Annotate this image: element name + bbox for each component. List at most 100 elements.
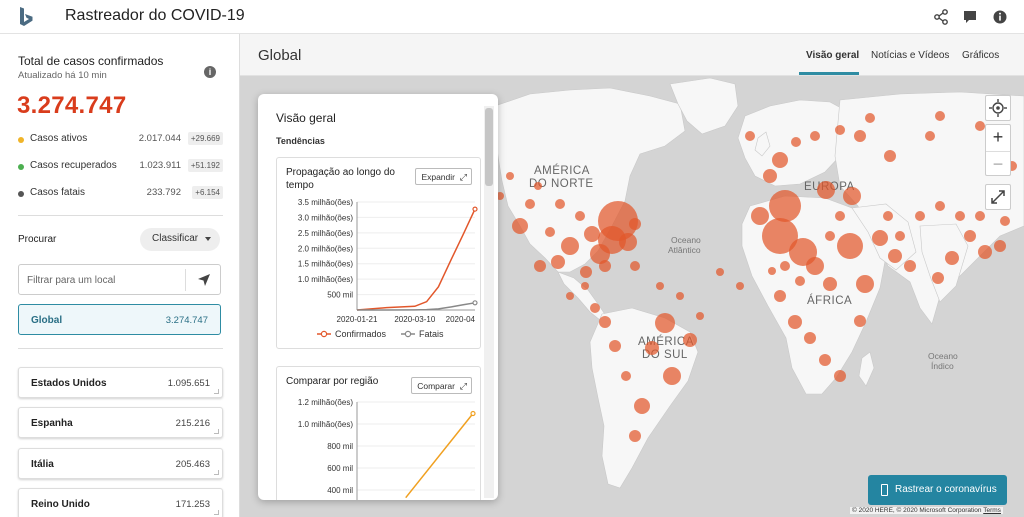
case-bubble[interactable] <box>904 260 916 272</box>
case-bubble[interactable] <box>1000 216 1010 226</box>
filter-input[interactable] <box>27 272 177 288</box>
case-bubble[interactable] <box>895 231 905 241</box>
location-item[interactable]: Itália 205.463 <box>18 448 223 479</box>
case-bubble[interactable] <box>663 367 681 385</box>
case-bubble[interactable] <box>856 275 874 293</box>
case-bubble[interactable] <box>683 333 697 347</box>
case-bubble[interactable] <box>788 315 802 329</box>
locate-me-button[interactable] <box>985 95 1011 121</box>
case-bubble[interactable] <box>935 201 945 211</box>
case-bubble[interactable] <box>835 211 845 221</box>
case-bubble[interactable] <box>955 211 965 221</box>
share-icon[interactable] <box>932 8 950 26</box>
case-bubble[interactable] <box>772 152 788 168</box>
tab-charts[interactable]: Gráficos <box>962 50 999 61</box>
case-bubble[interactable] <box>774 290 786 302</box>
case-bubble[interactable] <box>630 261 640 271</box>
expand-button[interactable]: Expandir ⤢ <box>415 168 472 185</box>
case-bubble[interactable] <box>584 226 600 242</box>
case-bubble[interactable] <box>763 169 777 183</box>
case-bubble[interactable] <box>655 313 675 333</box>
case-bubble[interactable] <box>834 370 846 382</box>
case-bubble[interactable] <box>534 260 546 272</box>
case-bubble[interactable] <box>581 282 589 290</box>
case-bubble[interactable] <box>804 332 816 344</box>
tab-news-videos[interactable]: Notícias e Vídeos <box>871 50 949 61</box>
compare-button[interactable]: Comparar ⤢ <box>411 377 472 394</box>
case-bubble[interactable] <box>810 131 820 141</box>
info-icon[interactable]: i <box>204 66 216 78</box>
location-item[interactable]: Estados Unidos 1.095.651 <box>18 367 223 398</box>
case-bubble[interactable] <box>551 255 565 269</box>
case-bubble[interactable] <box>656 282 664 290</box>
case-bubble[interactable] <box>780 261 790 271</box>
case-bubble[interactable] <box>932 272 944 284</box>
case-bubble[interactable] <box>545 227 555 237</box>
case-bubble[interactable] <box>865 113 875 123</box>
case-bubble[interactable] <box>629 430 641 442</box>
case-bubble[interactable] <box>634 398 650 414</box>
case-bubble[interactable] <box>751 207 769 225</box>
case-bubble[interactable] <box>817 181 835 199</box>
case-bubble[interactable] <box>506 172 514 180</box>
case-bubble[interactable] <box>696 312 704 320</box>
case-bubble[interactable] <box>825 231 835 241</box>
fullscreen-button[interactable] <box>985 184 1011 210</box>
case-bubble[interactable] <box>994 240 1006 252</box>
bing-logo-icon[interactable] <box>14 5 38 29</box>
case-bubble[interactable] <box>806 257 824 275</box>
locate-arrow-icon[interactable] <box>197 273 211 287</box>
case-bubble[interactable] <box>795 276 805 286</box>
case-bubble[interactable] <box>854 315 866 327</box>
case-bubble[interactable] <box>769 190 801 222</box>
case-bubble[interactable] <box>580 266 592 278</box>
case-bubble[interactable] <box>835 125 845 135</box>
case-bubble[interactable] <box>819 354 831 366</box>
case-bubble[interactable] <box>645 341 659 355</box>
spread-line-chart[interactable]: 500 mil 1.0 milhão(ões) 1.5 milhão(ões) 2.0… <box>277 194 480 354</box>
case-bubble[interactable] <box>975 121 985 131</box>
feedback-icon[interactable] <box>961 8 979 26</box>
compare-line-chart[interactable]: 400 mil 600 mil 800 mil 1.0 milhão(ões) 1.2 … <box>277 394 480 500</box>
case-bubble[interactable] <box>843 187 861 205</box>
case-bubble[interactable] <box>945 251 959 265</box>
tab-overview[interactable]: Visão geral <box>806 50 859 61</box>
case-bubble[interactable] <box>964 230 976 242</box>
case-bubble[interactable] <box>978 245 992 259</box>
case-bubble[interactable] <box>823 277 837 291</box>
track-coronavirus-button[interactable]: Rastrear o coronavírus <box>868 475 1007 505</box>
case-bubble[interactable] <box>599 316 611 328</box>
scrollbar-thumb[interactable] <box>485 108 493 186</box>
case-bubble[interactable] <box>925 131 935 141</box>
case-bubble[interactable] <box>676 292 684 300</box>
terms-link[interactable]: Terms <box>983 507 1001 514</box>
case-bubble[interactable] <box>629 218 641 230</box>
location-item[interactable]: Reino Unido 171.253 <box>18 488 223 517</box>
case-bubble[interactable] <box>883 211 893 221</box>
case-bubble[interactable] <box>534 182 542 190</box>
case-bubble[interactable] <box>609 340 621 352</box>
location-item[interactable]: Espanha 215.216 <box>18 407 223 438</box>
case-bubble[interactable] <box>791 137 801 147</box>
case-bubble[interactable] <box>575 211 585 221</box>
case-bubble[interactable] <box>837 233 863 259</box>
case-bubble[interactable] <box>975 211 985 221</box>
case-bubble[interactable] <box>884 150 896 162</box>
case-bubble[interactable] <box>619 233 637 251</box>
case-bubble[interactable] <box>525 199 535 209</box>
sort-dropdown[interactable]: Classificar <box>140 228 220 251</box>
location-global[interactable]: Global 3.274.747 <box>18 304 221 335</box>
case-bubble[interactable] <box>872 230 888 246</box>
case-bubble[interactable] <box>716 268 724 276</box>
case-bubble[interactable] <box>599 260 611 272</box>
legend-label[interactable]: Confirmados <box>335 329 387 339</box>
case-bubble[interactable] <box>566 292 574 300</box>
case-bubble[interactable] <box>935 111 945 121</box>
case-bubble[interactable] <box>736 282 744 290</box>
zoom-in-button[interactable]: + <box>986 125 1010 150</box>
case-bubble[interactable] <box>854 130 866 142</box>
case-bubble[interactable] <box>590 303 600 313</box>
case-bubble[interactable] <box>888 249 902 263</box>
case-bubble[interactable] <box>621 371 631 381</box>
case-bubble[interactable] <box>555 199 565 209</box>
